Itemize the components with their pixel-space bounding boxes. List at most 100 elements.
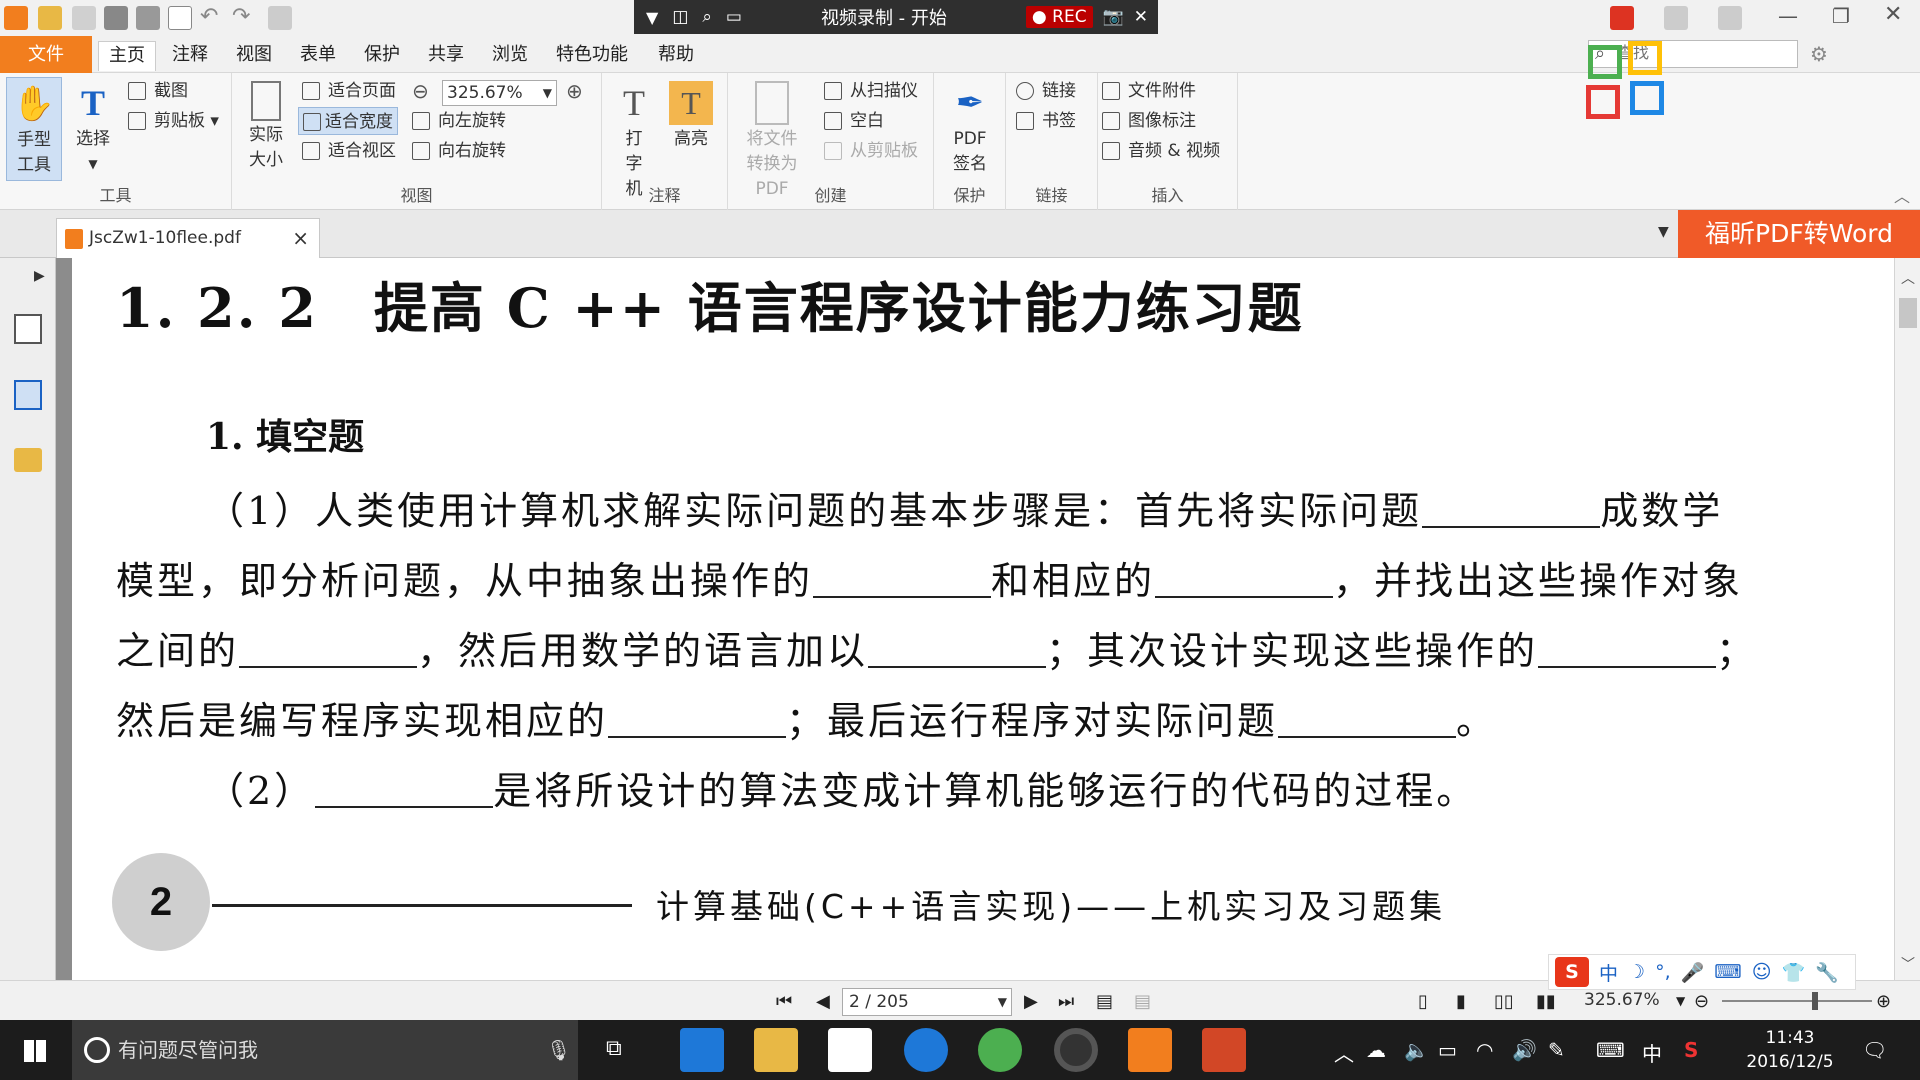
zoom-out-icon[interactable]: ⊖: [412, 79, 429, 103]
hand-tool-button[interactable]: ✋ 手型工具: [6, 77, 62, 181]
system-clock[interactable]: 11:43 2016/12/5: [1742, 1026, 1838, 1074]
volume-icon[interactable]: 🔊: [1512, 1038, 1537, 1062]
fit-visible-button[interactable]: 适合视区: [302, 137, 396, 165]
menu-view[interactable]: 视图: [226, 41, 282, 71]
menu-help[interactable]: 帮助: [648, 41, 704, 71]
wifi-icon[interactable]: ◠: [1476, 1038, 1493, 1062]
explorer-icon[interactable]: [754, 1028, 798, 1072]
from-clipboard-button[interactable]: 从剪贴板: [824, 137, 918, 165]
next-page-icon[interactable]: ▶: [1024, 991, 1038, 1012]
image-annotation-button[interactable]: 图像标注: [1102, 107, 1196, 135]
recorder-icon[interactable]: [1054, 1028, 1098, 1072]
new-icon[interactable]: [168, 6, 192, 30]
menu-features[interactable]: 特色功能: [546, 41, 638, 71]
app-l-icon[interactable]: [904, 1028, 948, 1072]
actual-size-button[interactable]: 实际大小: [244, 77, 288, 173]
fit-width-button[interactable]: 适合宽度: [298, 107, 398, 135]
document-tab[interactable]: JscZw1-10flee.pdf ×: [56, 218, 320, 258]
fit-page-button[interactable]: 适合页面: [302, 77, 396, 105]
zoom-slider-thumb[interactable]: [1812, 992, 1818, 1010]
menu-protect[interactable]: 保护: [354, 41, 410, 71]
open-icon[interactable]: [38, 6, 62, 30]
menu-file[interactable]: 文件: [0, 36, 92, 73]
close-window-icon[interactable]: ✕: [1884, 2, 1902, 27]
audio-video-button[interactable]: 音频 & 视频: [1102, 137, 1220, 165]
user-icon[interactable]: ☺: [1752, 961, 1772, 983]
camera-icon[interactable]: 📷: [1103, 7, 1124, 27]
touch-keyboard-icon[interactable]: ⌨: [1596, 1038, 1625, 1062]
menu-form[interactable]: 表单: [290, 41, 346, 71]
zoom-in-status-icon[interactable]: ⊕: [1876, 991, 1891, 1012]
scroll-up-icon[interactable]: ︿: [1901, 268, 1915, 288]
comments-icon[interactable]: [14, 448, 42, 472]
menu-share[interactable]: 共享: [418, 41, 474, 71]
dropdown-icon[interactable]: ▼: [646, 8, 658, 27]
keyboard-icon[interactable]: ⌨: [1714, 961, 1741, 983]
wrench-icon[interactable]: 🔧: [1815, 961, 1839, 984]
prev-page-icon[interactable]: ◀: [816, 991, 830, 1012]
document-view[interactable]: 1. 2. 2 提高 C ++ 语言程序设计能力练习题 1. 填空题 （1）人类…: [56, 258, 1894, 980]
notification-icon[interactable]: 🗨: [1862, 1038, 1887, 1062]
pdf-sign-button[interactable]: ✒ PDF签名: [944, 77, 996, 177]
microphone-icon[interactable]: 🎤: [1681, 961, 1705, 984]
clipboard-button[interactable]: 剪贴板 ▾: [128, 107, 219, 135]
store-icon[interactable]: [828, 1028, 872, 1072]
pages-icon[interactable]: [14, 314, 42, 344]
zoom-out-status-icon[interactable]: ⊖: [1694, 991, 1709, 1012]
settings-icon[interactable]: ⚙: [1810, 42, 1828, 66]
tray-expand-icon[interactable]: ︿: [1334, 1038, 1354, 1067]
close-tab-icon[interactable]: ×: [292, 219, 309, 257]
input-language[interactable]: 中: [1642, 1038, 1662, 1067]
rec-button[interactable]: ● REC: [1025, 6, 1093, 28]
from-scanner-button[interactable]: 从扫描仪: [824, 77, 918, 105]
tab-list-dropdown-icon[interactable]: ▼: [1658, 224, 1669, 240]
tray-volume-muted-icon[interactable]: 🔈: [1404, 1038, 1429, 1062]
save-icon[interactable]: [72, 6, 96, 30]
last-page-icon[interactable]: ⏭: [1058, 991, 1074, 1012]
powerpoint-icon[interactable]: [1202, 1028, 1246, 1072]
hand-tool-small-icon[interactable]: [268, 6, 292, 30]
cortana-search[interactable]: 有问题尽管问我 🎙: [72, 1020, 578, 1080]
undo-icon[interactable]: ↶: [200, 4, 218, 29]
highlight-button[interactable]: T 高亮: [666, 77, 716, 152]
app-red-icon[interactable]: [1610, 6, 1634, 30]
task-view-icon[interactable]: ⧉: [606, 1036, 622, 1061]
layers-icon[interactable]: [14, 380, 42, 410]
zoom-search-icon[interactable]: ⌕: [702, 7, 712, 27]
moon-icon[interactable]: ☽: [1628, 961, 1645, 983]
zoom-select[interactable]: 325.67% ▼: [442, 80, 557, 106]
recorder-close-icon[interactable]: ✕: [1134, 7, 1148, 27]
menu-comment[interactable]: 注释: [162, 41, 218, 71]
two-page-icon[interactable]: ▯▯: [1494, 991, 1514, 1012]
share-icon[interactable]: [1664, 6, 1688, 30]
zoom-in-icon[interactable]: ⊕: [566, 79, 583, 103]
rotate-left-button[interactable]: 向左旋转: [412, 107, 506, 135]
convert-to-word-button[interactable]: 福昕PDF转Word: [1678, 210, 1920, 258]
bookmark-button[interactable]: 书签: [1016, 107, 1076, 135]
single-page-icon[interactable]: ▯: [1418, 991, 1428, 1012]
expand-panel-icon[interactable]: ▶: [34, 268, 45, 284]
blank-button[interactable]: 空白: [824, 107, 884, 135]
menu-browse[interactable]: 浏览: [482, 41, 538, 71]
file-attachment-button[interactable]: 文件附件: [1102, 77, 1196, 105]
scan-icon[interactable]: [136, 6, 160, 30]
reflow-icon[interactable]: ▤: [1134, 991, 1151, 1012]
edge-icon[interactable]: [680, 1028, 724, 1072]
sogou-tray-icon[interactable]: S: [1684, 1038, 1698, 1062]
sogou-icon[interactable]: S: [1555, 957, 1589, 987]
chevron-down-icon[interactable]: ▼: [1676, 994, 1685, 1008]
ime-language[interactable]: 中: [1599, 959, 1618, 986]
collapse-ribbon-icon[interactable]: ︿: [1894, 183, 1910, 207]
continuous-page-icon[interactable]: ▮: [1456, 991, 1466, 1012]
shirt-icon[interactable]: 👕: [1782, 961, 1806, 984]
pen-tray-icon[interactable]: ✎: [1548, 1038, 1565, 1062]
link-button[interactable]: 链接: [1016, 77, 1076, 105]
restore-icon[interactable]: ❐: [1832, 4, 1850, 28]
start-button[interactable]: [0, 1020, 72, 1080]
select-button[interactable]: T 选择 ▼: [68, 77, 118, 177]
region-icon[interactable]: ▭: [726, 7, 742, 27]
scroll-down-icon[interactable]: ﹀: [1901, 954, 1915, 974]
minimize-icon[interactable]: —: [1778, 4, 1798, 28]
browser-green-icon[interactable]: [978, 1028, 1022, 1072]
rotate-right-button[interactable]: 向右旋转: [412, 137, 506, 165]
